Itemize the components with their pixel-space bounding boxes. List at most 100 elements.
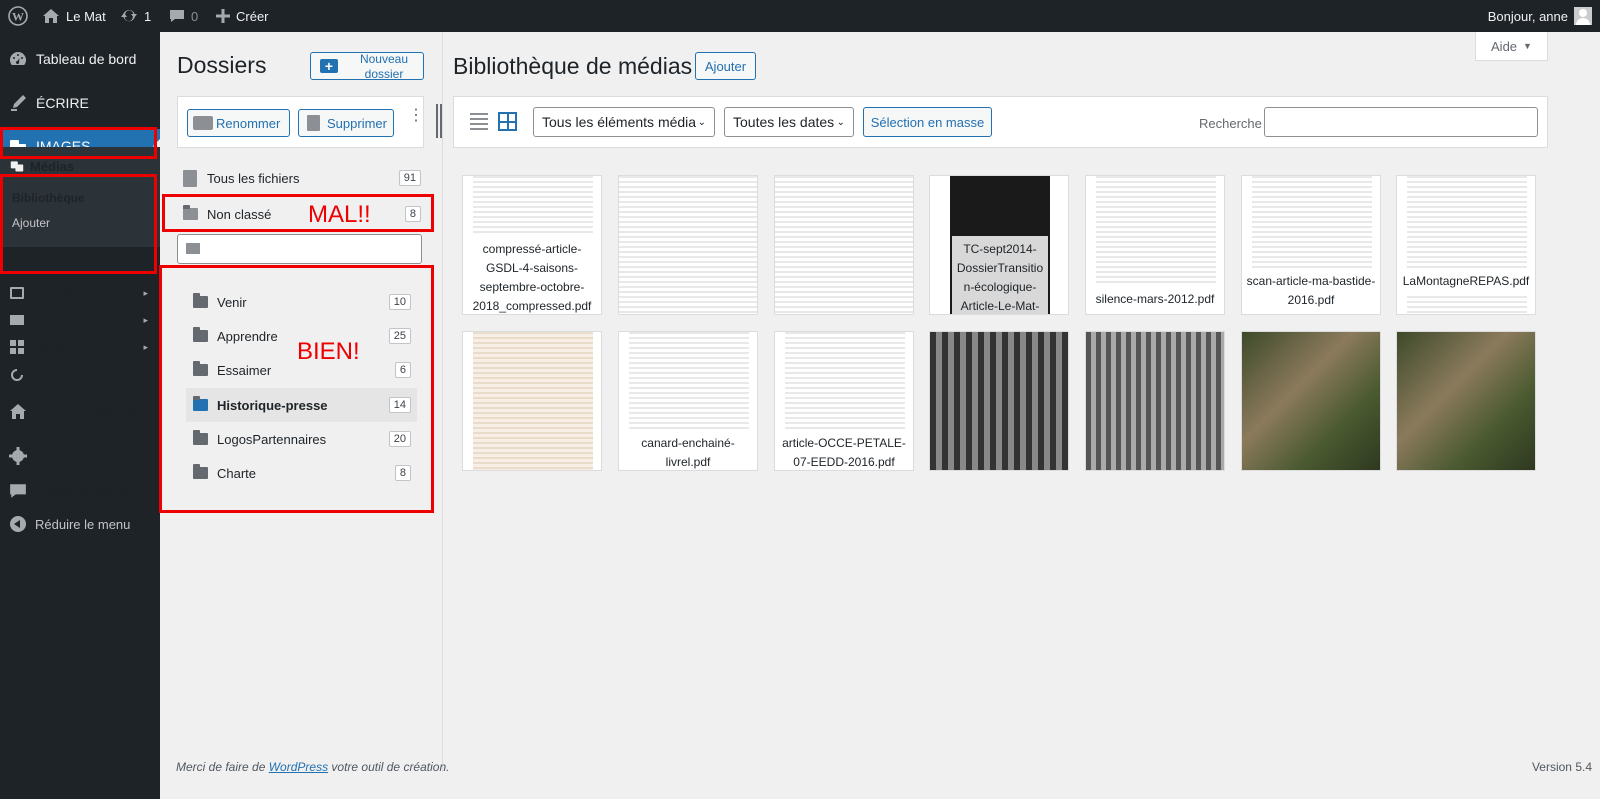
folder-item[interactable]: Charte 8 <box>193 463 411 483</box>
greeting: Bonjour, anne <box>1487 8 1568 24</box>
page-title: Bibliothèque de médias <box>453 53 693 79</box>
footer-thanks: Merci de faire de WordPress votre outil … <box>176 760 450 774</box>
folder-icon <box>193 430 208 445</box>
attachment-item[interactable]: scan-article-ma-bastide-2016.pdf <box>1241 175 1381 315</box>
media-type-select[interactable]: Tous les éléments média ⌄ <box>533 107 715 137</box>
attachment-item[interactable] <box>774 175 914 315</box>
admin-bar: W Le Mat 1 0 Créer Bonjour, anne <box>0 0 1600 32</box>
svg-text:W: W <box>12 10 24 24</box>
comment-icon <box>170 10 184 22</box>
menu-add[interactable]: Ajouter <box>0 213 160 233</box>
list-view-icon[interactable] <box>470 113 488 131</box>
folder-edit-icon <box>193 116 213 130</box>
attachment-item[interactable] <box>1085 331 1225 471</box>
folder-toolbar: Renommer Supprimer ⋮ <box>177 96 424 148</box>
attachment-item[interactable]: silence-mars-2012.pdf <box>1085 175 1225 315</box>
media-library: Bibliothèque de médias Ajouter Aide ▼ Tou… <box>443 32 1600 772</box>
folder-icon <box>193 327 208 342</box>
image-icon <box>10 315 24 325</box>
rename-button[interactable]: Renommer <box>187 109 290 137</box>
menu-settings[interactable]: !! RÉGLAGES !! <box>0 443 160 469</box>
annotation-good: BIEN! <box>297 338 360 365</box>
delete-button[interactable]: Supprimer <box>298 109 394 137</box>
menu-collapse[interactable]: Réduire le menu <box>0 514 160 534</box>
folder-item-selected[interactable]: Historique-presse 14 <box>193 395 411 415</box>
folders-title: Dossiers <box>177 52 267 78</box>
all-files-item[interactable]: Tous les fichiers 91 <box>183 168 421 188</box>
new-folder-button[interactable]: + Nouveau dossier <box>310 52 424 81</box>
grid-icon <box>10 340 24 354</box>
attachment-item[interactable] <box>618 175 758 315</box>
gallery-icon <box>10 287 24 299</box>
refresh-icon <box>11 369 23 381</box>
menu-dashboard[interactable]: Tableau de bord <box>0 46 160 72</box>
folder-icon <box>193 396 208 411</box>
footer: Merci de faire de WordPress votre outil … <box>160 760 1600 790</box>
create-label: Créer <box>236 8 269 24</box>
version-text: Version 5.4 <box>1531 760 1592 774</box>
menu-write[interactable]: ÉCRIRE <box>0 90 160 116</box>
attachment-item[interactable] <box>462 331 602 471</box>
add-media-button[interactable]: Ajouter <box>695 52 756 80</box>
caret-down-icon: ▼ <box>1523 41 1532 51</box>
resize-handle[interactable] <box>436 104 442 138</box>
media-icon <box>10 161 24 172</box>
home-icon <box>43 9 59 23</box>
folder-search-input[interactable] <box>177 234 422 264</box>
folder-icon <box>193 293 208 308</box>
attachment-item[interactable]: LaMontagneREPAS.pdf <box>1396 175 1536 315</box>
wordpress-logo-icon[interactable]: W <box>8 0 28 32</box>
updates-link[interactable]: 1 <box>120 0 151 32</box>
help-tab[interactable]: Aide ▼ <box>1475 32 1548 61</box>
create-link[interactable]: Créer <box>216 0 269 32</box>
menu-draw-attention[interactable]: Draw Attention ▸ <box>0 310 160 330</box>
folders-panel: Dossiers + Nouveau dossier Renommer Supp… <box>160 32 443 772</box>
attachment-item[interactable]: compressé-article-GSDL-4-saisons-septemb… <box>462 175 602 315</box>
menu-medias[interactable]: Médias <box>0 155 160 177</box>
bulk-select-button[interactable]: Sélection en masse <box>863 107 992 137</box>
search-input[interactable] <box>1264 107 1538 137</box>
account-menu[interactable]: Bonjour, anne <box>1488 0 1592 32</box>
media-submenu: Médias Bibliothèque Ajouter <box>0 147 160 247</box>
site-name-link[interactable]: Le Mat <box>42 0 106 32</box>
attachment-item[interactable] <box>1396 331 1536 471</box>
folder-icon <box>193 464 208 479</box>
menu-comments[interactable]: Commentaires <box>0 478 160 504</box>
more-options-icon[interactable]: ⋮ <box>408 108 424 124</box>
folder-item[interactable]: Venir 10 <box>193 292 411 312</box>
chevron-down-icon: ⌄ <box>697 116 706 128</box>
attachment-item[interactable]: canard-enchainé-livrel.pdf <box>618 331 758 471</box>
attachment-item[interactable] <box>929 331 1069 471</box>
grid-view-icon[interactable] <box>498 112 517 131</box>
menu-library[interactable]: Bibliothèque <box>0 188 160 208</box>
folder-icon <box>183 205 198 220</box>
menu-foobox[interactable]: FooBox ▸ <box>0 337 160 357</box>
dashboard-icon <box>10 52 26 65</box>
annotation-bad: MAL!! <box>308 201 371 228</box>
attachment-item[interactable]: article-OCCE-PETALE-07-EEDD-2016.pdf <box>774 331 914 471</box>
media-toolbar: Tous les éléments média ⌄ Toutes les dat… <box>453 96 1548 148</box>
comment-icon <box>10 484 26 498</box>
collapse-icon <box>10 516 26 532</box>
menu-foogallery[interactable]: FooGallery ▸ <box>0 283 160 303</box>
updates-icon <box>121 10 137 22</box>
date-select[interactable]: Toutes les dates ⌄ <box>724 107 854 137</box>
files-icon <box>183 169 197 187</box>
trash-icon <box>307 115 320 131</box>
site-name: Le Mat <box>66 8 106 24</box>
folder-item[interactable]: LogosPartennaires 20 <box>193 429 411 449</box>
folder-icon <box>193 361 208 376</box>
comments-link[interactable]: 0 <box>169 0 198 32</box>
pen-icon <box>11 95 26 111</box>
plus-icon <box>216 9 230 23</box>
updates-count: 1 <box>144 8 152 24</box>
attachment-item[interactable]: TC-sept2014-DossierTransition-écologique… <box>929 175 1069 315</box>
attachment-item[interactable] <box>1241 331 1381 471</box>
wordpress-link[interactable]: WordPress <box>269 760 328 774</box>
menu-slider-revolution[interactable]: Slider Revolution <box>0 365 160 385</box>
unclassified-item[interactable]: Non classé 8 <box>183 204 421 224</box>
menu-coordonnees[interactable]: COORDONÉES <box>0 399 160 425</box>
add-folder-icon: + <box>320 59 338 73</box>
chevron-down-icon: ⌄ <box>836 116 845 128</box>
admin-menu-lower: FooGallery ▸ Draw Attention ▸ FooBox ▸ Slid… <box>0 279 160 779</box>
